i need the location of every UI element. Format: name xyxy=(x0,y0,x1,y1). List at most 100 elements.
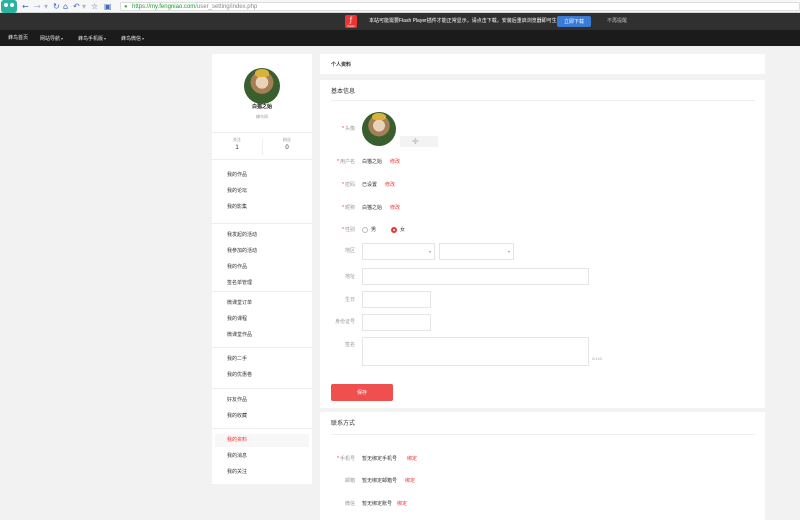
save-button[interactable]: 保存 xyxy=(331,384,393,401)
username-value: 白猫之始 xyxy=(362,159,383,165)
chevron-down-icon: ▾ xyxy=(104,36,107,41)
back-icon[interactable]: ← xyxy=(22,1,29,12)
email-bind-link[interactable]: 绑定 xyxy=(405,478,415,485)
chevron-down-icon: ▾ xyxy=(428,249,431,254)
phone-label: *手机号 xyxy=(337,456,355,462)
avatar-upload-placeholder[interactable]: ✚ xyxy=(400,136,438,147)
sidebar-menu-item[interactable]: 我的影集 xyxy=(215,201,309,214)
profile-stats: 关注 1 粉丝 0 xyxy=(212,132,312,160)
refresh-icon[interactable]: ↻ xyxy=(53,1,60,12)
nickname-edit-link[interactable]: 修改 xyxy=(390,205,400,212)
divider xyxy=(331,100,755,101)
flash-notice-text: 本站可能需要Flash Player插件才能正常显示，请点击下载，安装后重启浏览… xyxy=(369,18,567,24)
gender-female-label: 女 xyxy=(400,227,406,233)
phone-value: 暂无绑定手机号 xyxy=(362,456,398,462)
signature-textarea[interactable] xyxy=(362,337,589,366)
contact-heading: 联系方式 xyxy=(331,421,356,427)
province-select[interactable]: ▾ xyxy=(362,243,435,260)
password-label: *密码 xyxy=(342,182,355,188)
site-nav: 蜂鸟首页 网站导航▾ 蜂鸟手机版▾ 蜂鸟微信▾ xyxy=(0,30,800,46)
sidebar-menu-item[interactable]: 好友作品 xyxy=(215,394,309,407)
url-text: https://my.fengniao.com/user_setting/ind… xyxy=(132,4,258,10)
flash-notice-bar: ƒ flash 本站可能需要Flash Player插件才能正常显示，请点击下载，… xyxy=(0,13,800,30)
username-edit-link[interactable]: 修改 xyxy=(390,159,400,166)
address-label: 地址 xyxy=(344,274,355,280)
nickname-value: 白猫之始 xyxy=(362,205,383,211)
sidebar-menu-item[interactable]: 签名单管理 xyxy=(215,277,309,290)
stat-followers[interactable]: 粉丝 0 xyxy=(262,137,312,153)
id-number-label: 身份证号 xyxy=(334,319,355,325)
region-label: 地区 xyxy=(344,248,355,254)
profile-sidebar: 白猫之始 蜂鸟网 关注 1 粉丝 0 我的作品 我的论坛 我的影集 我发起的活动 我参加… xyxy=(212,54,312,484)
signature-char-count: 0/140 xyxy=(592,356,603,361)
sidebar-menu-item[interactable]: 我的优惠卷 xyxy=(215,369,309,382)
birthday-input[interactable] xyxy=(362,291,431,308)
sidebar-menu-item[interactable]: 我的课程 xyxy=(215,313,309,326)
sidebar-menu-item[interactable]: 微课堂订单 xyxy=(215,297,309,310)
history-dropdown-icon[interactable]: ▾ xyxy=(82,1,86,12)
address-bar[interactable]: ● https://my.fengniao.com/user_setting/i… xyxy=(120,2,800,11)
profile-avatar[interactable] xyxy=(244,68,280,104)
stat-following[interactable]: 关注 1 xyxy=(212,137,262,153)
nickname-label: *昵称 xyxy=(342,205,355,211)
email-value: 暂无绑定邮箱号 xyxy=(362,478,398,484)
profile-name: 白猫之始 xyxy=(251,104,272,110)
password-value: 已设置 xyxy=(362,182,378,188)
chevron-down-icon: ▾ xyxy=(507,249,510,254)
city-select[interactable]: ▾ xyxy=(439,243,514,260)
sidebar-menu-item[interactable]: 微课堂作品 xyxy=(215,329,309,342)
tab-icon[interactable]: ▣ xyxy=(104,1,112,12)
forward-icon[interactable]: → xyxy=(34,1,41,12)
username-label: *用户名 xyxy=(337,159,355,165)
nav-site-map[interactable]: 网站导航▾ xyxy=(40,35,63,43)
avatar-image[interactable] xyxy=(362,112,396,146)
password-edit-link[interactable]: 修改 xyxy=(385,182,395,189)
browser-logo-icon[interactable] xyxy=(1,0,17,13)
nav-home[interactable]: 蜂鸟首页 xyxy=(8,35,28,42)
menu-dropdown-icon[interactable]: ▾ xyxy=(44,1,48,12)
sidebar-menu-item[interactable]: 我发起的活动 xyxy=(215,229,309,242)
wechat-bind-link[interactable]: 绑定 xyxy=(397,501,407,508)
id-number-input[interactable] xyxy=(362,314,431,331)
sidebar-menu-item[interactable]: 我的收藏 xyxy=(215,410,309,423)
gender-male-radio[interactable] xyxy=(362,227,368,233)
stat-value: 0 xyxy=(285,145,289,151)
address-input[interactable] xyxy=(362,268,589,285)
sidebar-menu-item[interactable]: 我的关注 xyxy=(215,466,309,479)
undo-icon[interactable]: ↶ xyxy=(73,1,80,12)
signature-label: 签名 xyxy=(344,342,355,348)
avatar-label: *头像 xyxy=(342,126,355,132)
sidebar-menu-item[interactable]: 我的二手 xyxy=(215,353,309,366)
lock-icon: ● xyxy=(124,4,128,10)
page-title: 个人资料 xyxy=(331,62,352,68)
nav-mobile[interactable]: 蜂鸟手机版▾ xyxy=(78,35,106,43)
home-icon[interactable]: ⌂ xyxy=(63,1,68,12)
gender-female-radio[interactable] xyxy=(391,227,397,233)
flash-download-button[interactable]: 立即下载 xyxy=(557,16,591,27)
basic-info-heading: 基本信息 xyxy=(331,89,356,95)
sidebar-menu-item[interactable]: 我的作品 xyxy=(215,169,309,182)
sidebar-menu-item[interactable]: 我参加的活动 xyxy=(215,245,309,258)
flash-dismiss-link[interactable]: 不再提醒 xyxy=(607,18,627,25)
phone-bind-link[interactable]: 绑定 xyxy=(407,456,417,463)
birthday-label: 生日 xyxy=(344,297,355,303)
menu-divider xyxy=(212,223,312,224)
menu-divider xyxy=(212,347,312,348)
sidebar-menu-item[interactable]: 我的消息 xyxy=(215,450,309,463)
sidebar-menu-item[interactable]: 我的资料 xyxy=(215,434,309,447)
sidebar-menu-item[interactable]: 我的作品 xyxy=(215,261,309,274)
menu-divider xyxy=(212,388,312,389)
gender-label: *性别 xyxy=(342,227,355,233)
flash-logo-icon: ƒ flash xyxy=(345,15,357,28)
sidebar-menu-item[interactable]: 我的论坛 xyxy=(215,185,309,198)
chevron-down-icon: ▾ xyxy=(142,36,145,41)
page-title-card: 个人资料 xyxy=(320,54,765,74)
star-icon[interactable]: ☆ xyxy=(91,1,98,12)
menu-divider xyxy=(212,428,312,429)
menu-divider xyxy=(212,291,312,292)
chevron-down-icon: ▾ xyxy=(61,36,64,41)
divider xyxy=(331,434,755,435)
nav-wechat[interactable]: 蜂鸟微信▾ xyxy=(121,35,144,43)
wechat-label: 微信 xyxy=(344,501,355,507)
profile-subtitle: 蜂鸟网 xyxy=(256,114,268,119)
